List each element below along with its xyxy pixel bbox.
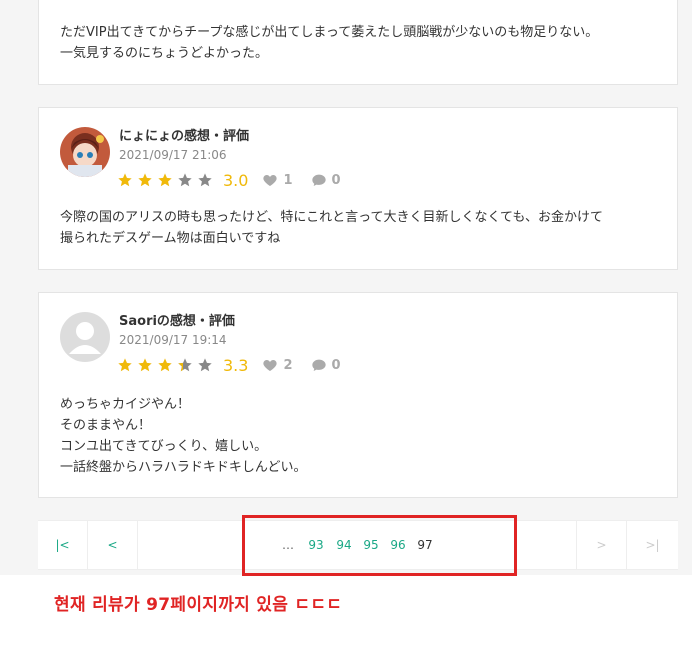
- review-card: にょにょの感想・評価 2021/09/17 21:06 3.0 1 0 今際の国…: [38, 107, 678, 270]
- rating-row: 3.0 1 0: [117, 169, 359, 191]
- review-text-line: コンユ出てきてびっくり、嬉しい。: [60, 439, 268, 454]
- star-icon: [137, 172, 153, 188]
- last-page-button[interactable]: >|: [626, 521, 678, 569]
- heart-icon[interactable]: [262, 172, 278, 188]
- review-date: 2021/09/17 19:14: [119, 333, 227, 347]
- star-icon: [117, 357, 133, 373]
- comment-count: 0: [331, 172, 341, 188]
- review-text-line: 撮られたデスゲーム物は面白いですね: [60, 231, 281, 246]
- reviewer-name[interactable]: にょにょの感想・評価: [119, 125, 249, 144]
- first-page-button[interactable]: |<: [38, 521, 88, 569]
- review-card: Saoriの感想・評価 2021/09/17 19:14 3.3 2 0 めっち…: [38, 292, 678, 498]
- review-text-line: 一気見するのにちょうどよかった。: [60, 46, 269, 61]
- next-page-button[interactable]: >: [576, 521, 626, 569]
- review-text: 今際の国のアリスの時も思ったけど、特にこれと言って大きく目新しくなくても、お金か…: [60, 207, 603, 249]
- reviewer-name[interactable]: Saoriの感想・評価: [119, 310, 235, 329]
- prev-page-button[interactable]: <: [88, 521, 138, 569]
- comment-icon[interactable]: [311, 172, 327, 188]
- review-text: ただVIP出てきてからチープな感じが出てしまって萎えたし頭脳戦が少ないのも物足り…: [60, 22, 598, 64]
- highlight-box: [242, 515, 517, 576]
- rating-row: 3.3 2 0: [117, 354, 359, 376]
- review-text-line: 今際の国のアリスの時も思ったけど、特にこれと言って大きく目新しくなくても、お金か…: [60, 210, 604, 225]
- star-icon: [137, 357, 153, 373]
- like-count: 2: [283, 357, 293, 373]
- star-icon: [157, 357, 173, 373]
- comment-icon[interactable]: [311, 357, 327, 373]
- star-icon: [117, 172, 133, 188]
- rating-score: 3.3: [223, 355, 249, 375]
- heart-icon[interactable]: [262, 357, 278, 373]
- annotation-text: 현재 리뷰가 97페이지까지 있음 ㄷㄷㄷ: [54, 595, 343, 615]
- comment-count: 0: [331, 357, 341, 373]
- star-empty-icon: [197, 357, 213, 373]
- review-text-line: 一話終盤からハラハラドキドキしんどい。: [60, 460, 307, 475]
- user-avatar[interactable]: [60, 127, 110, 177]
- review-text-line: めっちゃカイジやん！: [60, 397, 191, 412]
- rating-score: 3.0: [223, 170, 249, 190]
- star-half-icon: [177, 357, 193, 373]
- like-count: 1: [283, 172, 293, 188]
- review-date: 2021/09/17 21:06: [119, 148, 227, 162]
- review-text-line: ただVIP出てきてからチープな感じが出てしまって萎えたし頭脳戦が少ないのも物足り…: [60, 25, 599, 40]
- review-card: ただVIP出てきてからチープな感じが出てしまって萎えたし頭脳戦が少ないのも物足り…: [38, 0, 678, 85]
- star-icon: [157, 172, 173, 188]
- user-avatar[interactable]: [60, 312, 110, 362]
- review-text-line: そのままやん！: [60, 418, 152, 433]
- star-empty-icon: [177, 172, 193, 188]
- star-empty-icon: [197, 172, 213, 188]
- review-text: めっちゃカイジやん！ そのままやん！ コンユ出てきてびっくり、嬉しい。 一話終盤…: [60, 394, 306, 478]
